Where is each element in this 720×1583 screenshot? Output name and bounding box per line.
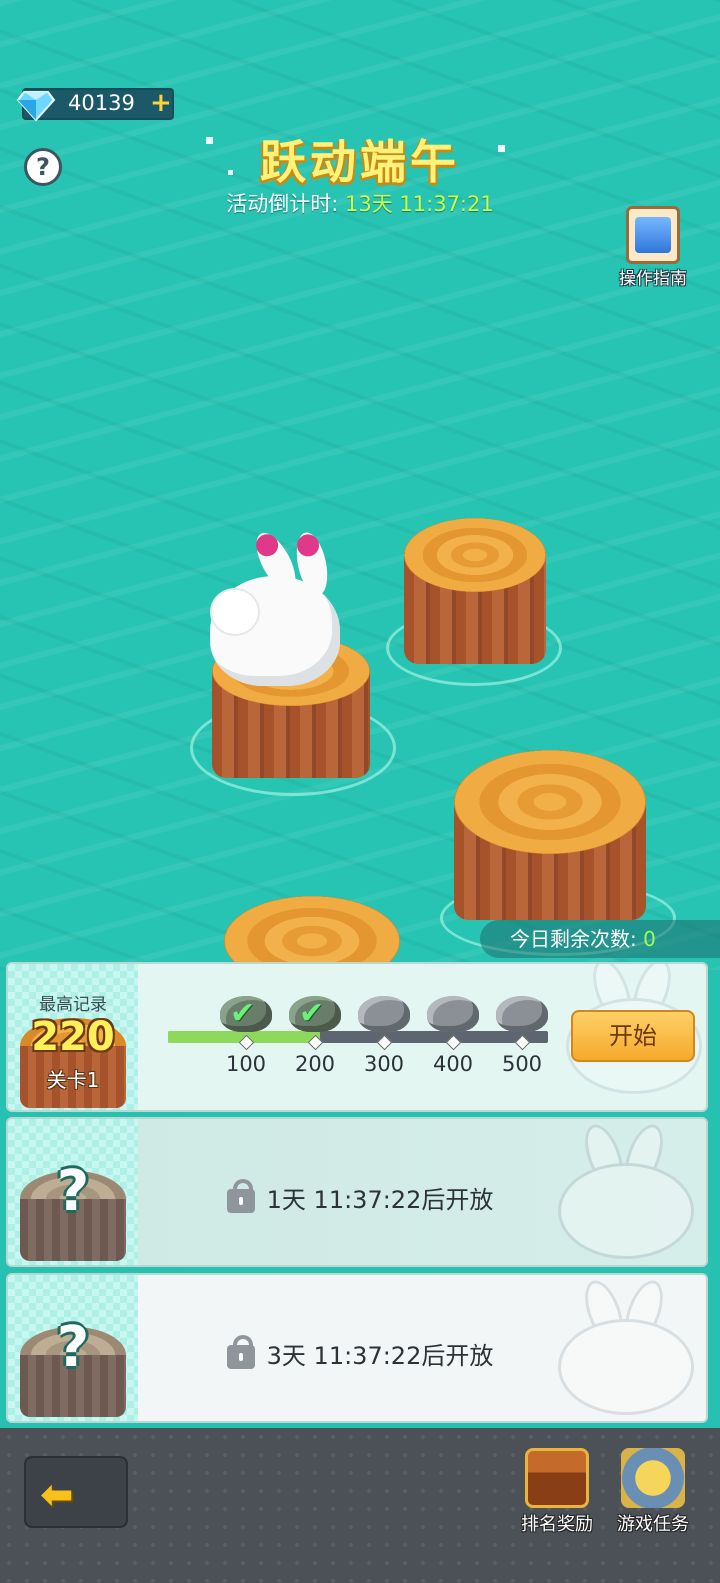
bunny-tail [212, 590, 258, 634]
game-tasks-button[interactable]: 游戏任务 [608, 1448, 698, 1536]
guide-button[interactable]: 操作指南 [612, 206, 694, 289]
stump-platform [224, 896, 400, 986]
milestone-label: 500 [501, 1052, 543, 1076]
remaining-attempts: 今日剩余次数: 0 [480, 920, 720, 958]
check-icon: ✔ [230, 996, 256, 1031]
guide-label: 操作指南 [619, 269, 687, 289]
treasure-chest-icon [525, 1448, 589, 1508]
back-arrow-icon: ⬅ [40, 1472, 74, 1518]
unlock-countdown: 1天 11:37:22后开放 [266, 1186, 494, 1214]
tap-guide-icon [626, 206, 680, 264]
milestone-label: 200 [294, 1052, 336, 1076]
ranking-rewards-button[interactable]: 排名奖励 [512, 1448, 602, 1536]
milestone-rock-icon: ✔ [220, 990, 272, 1032]
score-progress-bar [168, 1031, 548, 1043]
gem-count: 40139 [68, 91, 135, 115]
record-value: 220 [31, 1014, 115, 1060]
countdown-label: 活动倒计时: [226, 192, 339, 216]
diamond-icon [16, 91, 56, 122]
stump-platform [404, 518, 546, 664]
star-badge-icon [621, 1448, 685, 1508]
milestone-label: 100 [225, 1052, 267, 1076]
level-thumbnail: 最高记录 220 关卡1 [8, 964, 138, 1110]
remaining-label: 今日剩余次数: [510, 927, 637, 951]
lock-status: 3天 11:37:22后开放 [0, 1335, 720, 1371]
unlock-countdown: 3天 11:37:22后开放 [266, 1342, 494, 1370]
countdown-value: 13天 11:37:21 [345, 192, 494, 216]
start-button[interactable]: 开始 [571, 1010, 695, 1062]
event-title: 跃动端午 [260, 135, 460, 189]
record-label: 最高记录 [39, 995, 107, 1015]
ranking-label: 排名奖励 [521, 1514, 593, 1535]
stump-platform [454, 750, 646, 920]
milestone-label: 300 [363, 1052, 405, 1076]
milestone-rock-icon [358, 990, 410, 1032]
milestone-rock-icon [427, 990, 479, 1032]
lock-icon [226, 1335, 255, 1369]
milestone-label: 400 [432, 1052, 474, 1076]
milestone-rock-icon [496, 990, 548, 1032]
stage-label: 关卡1 [46, 1068, 100, 1092]
check-icon: ✔ [299, 996, 325, 1031]
lock-status: 1天 11:37:22后开放 [0, 1179, 720, 1215]
add-gems-button[interactable]: + [150, 88, 172, 118]
milestone-rock-icon: ✔ [289, 990, 341, 1032]
lock-icon [226, 1179, 255, 1213]
tasks-label: 游戏任务 [617, 1514, 689, 1535]
remaining-value: 0 [643, 927, 656, 951]
